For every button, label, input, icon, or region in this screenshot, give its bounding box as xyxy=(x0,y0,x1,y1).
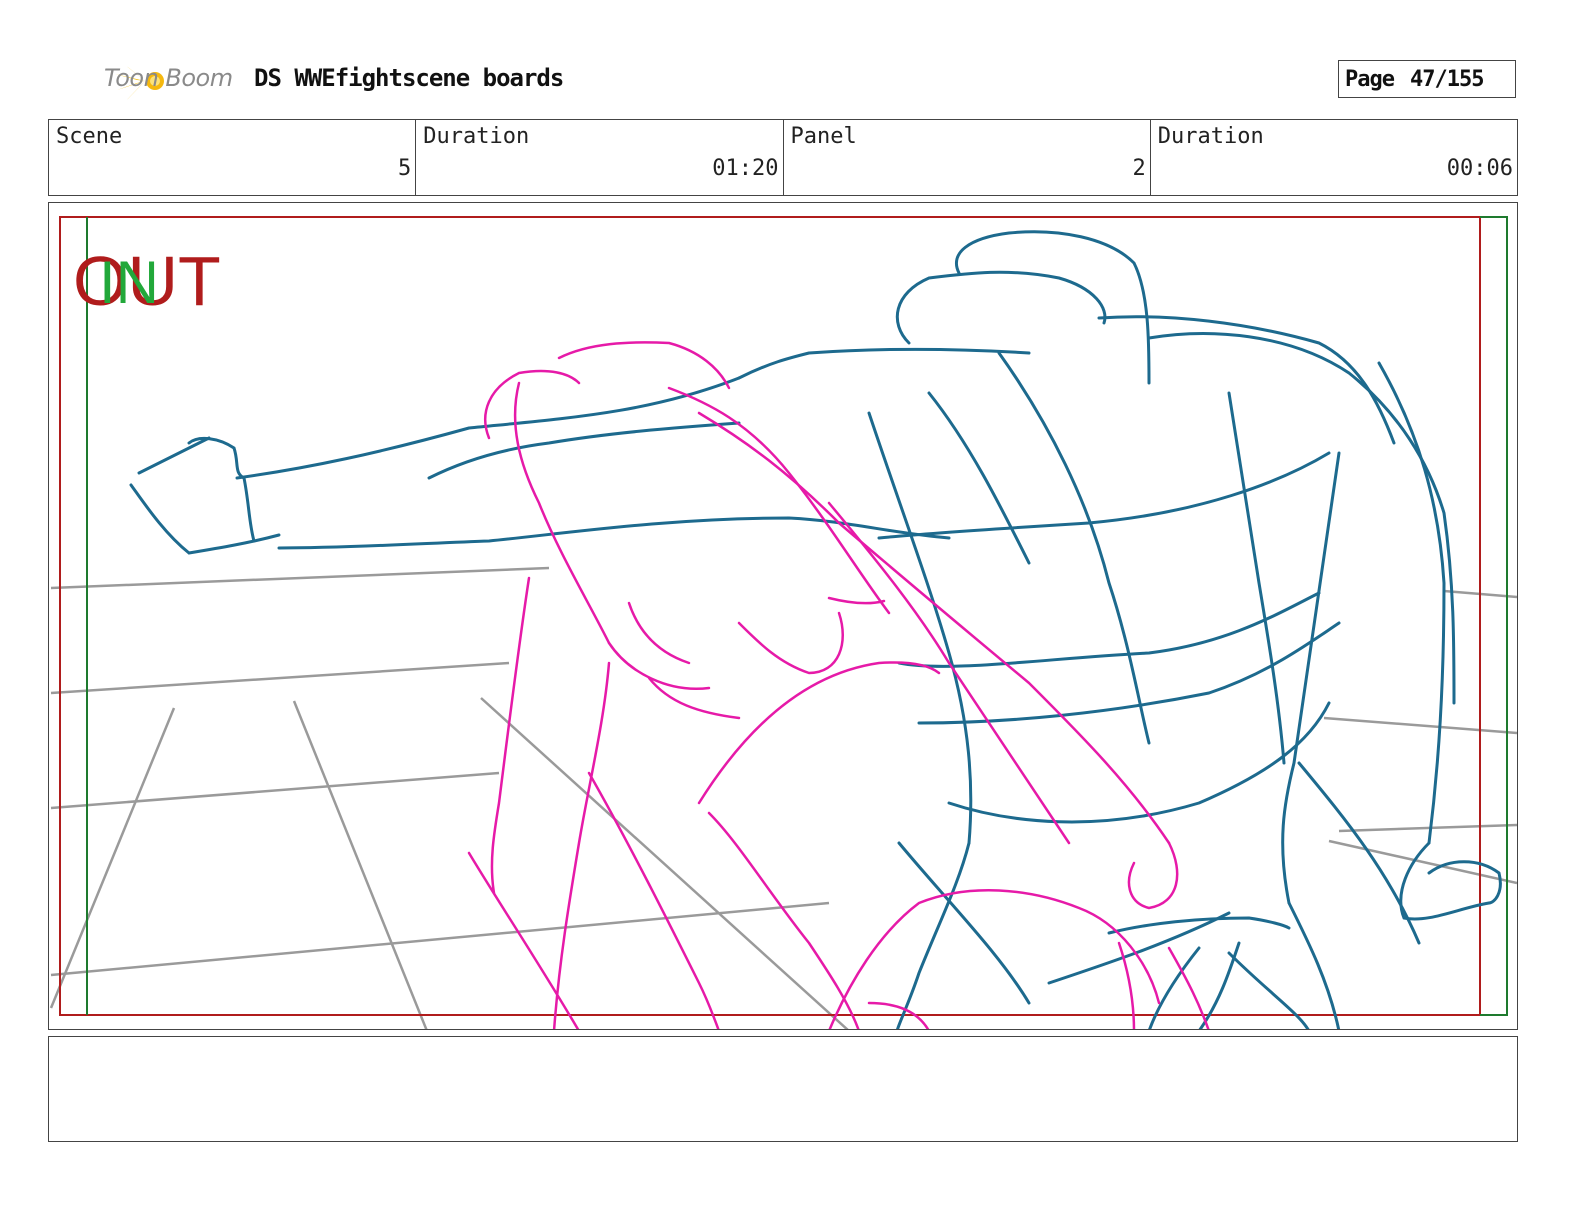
panel-info-bar: Scene 5 Duration 01:20 Panel 2 Duration … xyxy=(48,119,1518,196)
storyboard-panel: OUT IN xyxy=(48,202,1518,1030)
document-title: DS WWEfightscene boards xyxy=(254,64,564,92)
in-frame-border-right xyxy=(1480,216,1508,1016)
page-label: Page xyxy=(1345,66,1395,92)
out-frame-border xyxy=(59,216,1481,1016)
scene-duration-cell: Duration 01:20 xyxy=(416,120,784,195)
logo-text: Toon Boom xyxy=(104,64,233,92)
panel-duration-cell: Duration 00:06 xyxy=(1151,120,1517,195)
blue-figure-sketch xyxy=(129,230,1502,1029)
ring-lines xyxy=(49,566,1517,1029)
page-indicator: Page 47/155 xyxy=(1338,60,1516,98)
panel-cell: Panel 2 xyxy=(784,120,1151,195)
panel-duration-label: Duration xyxy=(1157,124,1264,149)
panel-value: 2 xyxy=(1132,156,1146,181)
page-number: 47/155 xyxy=(1409,66,1484,92)
scene-duration-value: 01:20 xyxy=(712,156,779,181)
scene-label: Scene xyxy=(56,124,123,149)
scene-cell: Scene 5 xyxy=(49,120,417,195)
panel-duration-value: 00:06 xyxy=(1446,156,1513,181)
panel-label: Panel xyxy=(790,124,857,149)
storyboard-sketch: OUT IN xyxy=(49,216,1517,1029)
scene-value: 5 xyxy=(398,156,412,181)
scene-duration-label: Duration xyxy=(423,124,530,149)
panel-notes-box xyxy=(48,1036,1518,1142)
in-marker: IN xyxy=(99,249,159,316)
